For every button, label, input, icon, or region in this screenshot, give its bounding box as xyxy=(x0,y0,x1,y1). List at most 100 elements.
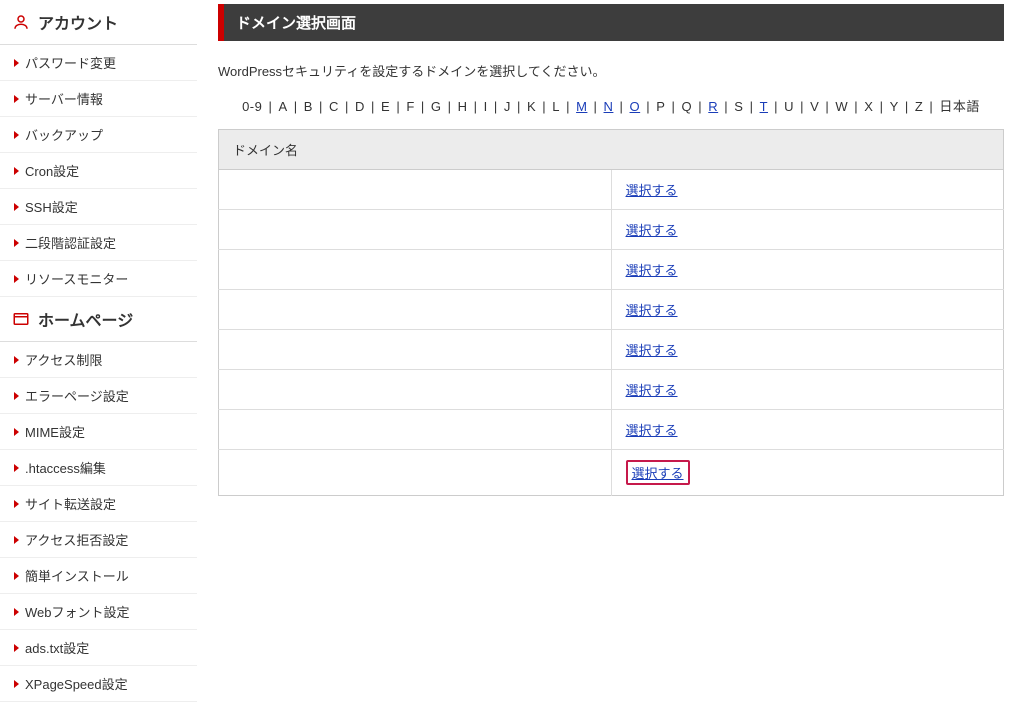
alpha-index-item: Y xyxy=(890,99,899,114)
alpha-index-item[interactable]: T xyxy=(760,99,768,114)
select-link[interactable]: 選択する xyxy=(626,303,678,318)
chevron-right-icon xyxy=(14,356,19,364)
alpha-index-item[interactable]: R xyxy=(708,99,718,114)
sidebar-item-label: XPageSpeed設定 xyxy=(25,674,128,693)
sidebar-item[interactable]: XPageSpeed設定 xyxy=(0,666,197,702)
sidebar-item-label: サーバー情報 xyxy=(25,89,103,108)
table-row: 選択する xyxy=(219,170,1004,210)
sidebar-section-title: アカウント xyxy=(38,10,118,34)
separator: | xyxy=(365,99,381,114)
alpha-index-item: H xyxy=(458,99,468,114)
sidebar-item-label: 二段階認証設定 xyxy=(25,233,116,252)
sidebar-item-label: SSH設定 xyxy=(25,197,78,216)
homepage-icon xyxy=(12,310,30,328)
sidebar-item-label: ads.txt設定 xyxy=(25,638,89,657)
chevron-right-icon xyxy=(14,275,19,283)
separator: | xyxy=(536,99,552,114)
sidebar-item[interactable]: リソースモニター xyxy=(0,261,197,297)
alpha-index-item: D xyxy=(355,99,365,114)
main-content: ドメイン選択画面 WordPressセキュリティを設定するドメインを選択してくだ… xyxy=(198,0,1024,546)
action-cell: 選択する xyxy=(611,450,1004,496)
domain-name-cell xyxy=(219,410,612,450)
chevron-right-icon xyxy=(14,536,19,544)
action-cell: 選択する xyxy=(611,210,1004,250)
separator: | xyxy=(560,99,576,114)
sidebar-item[interactable]: .htaccess編集 xyxy=(0,450,197,486)
sidebar-item-label: .htaccess編集 xyxy=(25,458,106,477)
sidebar-item[interactable]: ads.txt設定 xyxy=(0,630,197,666)
domain-name-cell xyxy=(219,170,612,210)
sidebar-item-label: アクセス拒否設定 xyxy=(25,530,128,549)
action-cell: 選択する xyxy=(611,370,1004,410)
highlight-box: 選択する xyxy=(626,460,690,485)
separator: | xyxy=(390,99,406,114)
chevron-right-icon xyxy=(14,131,19,139)
separator: | xyxy=(415,99,431,114)
table-row: 選択する xyxy=(219,290,1004,330)
sidebar-item-label: エラーページ設定 xyxy=(25,386,129,405)
domain-name-cell xyxy=(219,330,612,370)
instruction-text: WordPressセキュリティを設定するドメインを選択してください。 xyxy=(218,61,1004,80)
sidebar-item-label: Webフォント設定 xyxy=(25,602,130,621)
sidebar-item[interactable]: エラーページ設定 xyxy=(0,378,197,414)
separator: | xyxy=(468,99,484,114)
separator: | xyxy=(511,99,527,114)
alpha-index-item[interactable]: M xyxy=(576,99,587,114)
action-cell: 選択する xyxy=(611,250,1004,290)
sidebar-item-label: パスワード変更 xyxy=(25,53,116,72)
sidebar-item[interactable]: Cron設定 xyxy=(0,153,197,189)
sidebar-item[interactable]: パスワード変更 xyxy=(0,45,197,81)
alpha-index-item: K xyxy=(527,99,536,114)
select-link[interactable]: 選択する xyxy=(626,423,678,438)
page-title: ドメイン選択画面 xyxy=(218,4,1004,41)
chevron-right-icon xyxy=(14,500,19,508)
alpha-index-item: V xyxy=(810,99,819,114)
select-link[interactable]: 選択する xyxy=(626,383,678,398)
select-link[interactable]: 選択する xyxy=(626,263,678,278)
sidebar-item[interactable]: サーバー情報 xyxy=(0,81,197,117)
sidebar-section-homepage: ホームページ xyxy=(0,297,197,342)
sidebar-item-label: Cron設定 xyxy=(25,161,79,180)
sidebar-item[interactable]: MIME設定 xyxy=(0,414,197,450)
sidebar-item[interactable]: アクセス制限 xyxy=(0,342,197,378)
sidebar-item-label: アクセス制限 xyxy=(25,350,102,369)
separator: | xyxy=(768,99,784,114)
separator: | xyxy=(262,99,278,114)
separator: | xyxy=(923,99,939,114)
alpha-index-item[interactable]: O xyxy=(630,99,641,114)
select-link[interactable]: 選択する xyxy=(626,223,678,238)
alpha-index-item: 0-9 xyxy=(242,99,262,114)
alpha-index: 0-9 | A | B | C | D | E | F | G | H | I … xyxy=(218,96,1004,115)
separator: | xyxy=(665,99,681,114)
sidebar-item[interactable]: 簡単インストール xyxy=(0,558,197,594)
separator: | xyxy=(899,99,915,114)
sidebar-item[interactable]: 二段階認証設定 xyxy=(0,225,197,261)
chevron-right-icon xyxy=(14,95,19,103)
alpha-index-item: F xyxy=(406,99,414,114)
sidebar-item-label: サイト転送設定 xyxy=(25,494,116,513)
sidebar-item[interactable]: Webフォント設定 xyxy=(0,594,197,630)
sidebar: アカウントパスワード変更サーバー情報バックアップ Cron設定 SSH設定二段階認証… xyxy=(0,0,198,546)
chevron-right-icon xyxy=(14,608,19,616)
chevron-right-icon xyxy=(14,464,19,472)
alpha-index-item[interactable]: N xyxy=(604,99,614,114)
sidebar-item[interactable]: アクセス拒否設定 xyxy=(0,522,197,558)
alpha-index-item: B xyxy=(304,99,313,114)
sidebar-item[interactable]: SSH設定 xyxy=(0,189,197,225)
table-row: 選択する xyxy=(219,410,1004,450)
domain-name-header: ドメイン名 xyxy=(219,130,1004,170)
action-cell: 選択する xyxy=(611,330,1004,370)
chevron-right-icon xyxy=(14,392,19,400)
select-link[interactable]: 選択する xyxy=(626,343,678,358)
select-link[interactable]: 選択する xyxy=(626,183,678,198)
separator: | xyxy=(442,99,458,114)
separator: | xyxy=(288,99,304,114)
sidebar-item[interactable]: サイト転送設定 xyxy=(0,486,197,522)
chevron-right-icon xyxy=(14,572,19,580)
sidebar-item[interactable]: バックアップ xyxy=(0,117,197,153)
select-link[interactable]: 選択する xyxy=(632,466,684,481)
table-row: 選択する xyxy=(219,370,1004,410)
action-cell: 選択する xyxy=(611,290,1004,330)
domain-name-cell xyxy=(219,450,612,496)
separator: | xyxy=(692,99,708,114)
